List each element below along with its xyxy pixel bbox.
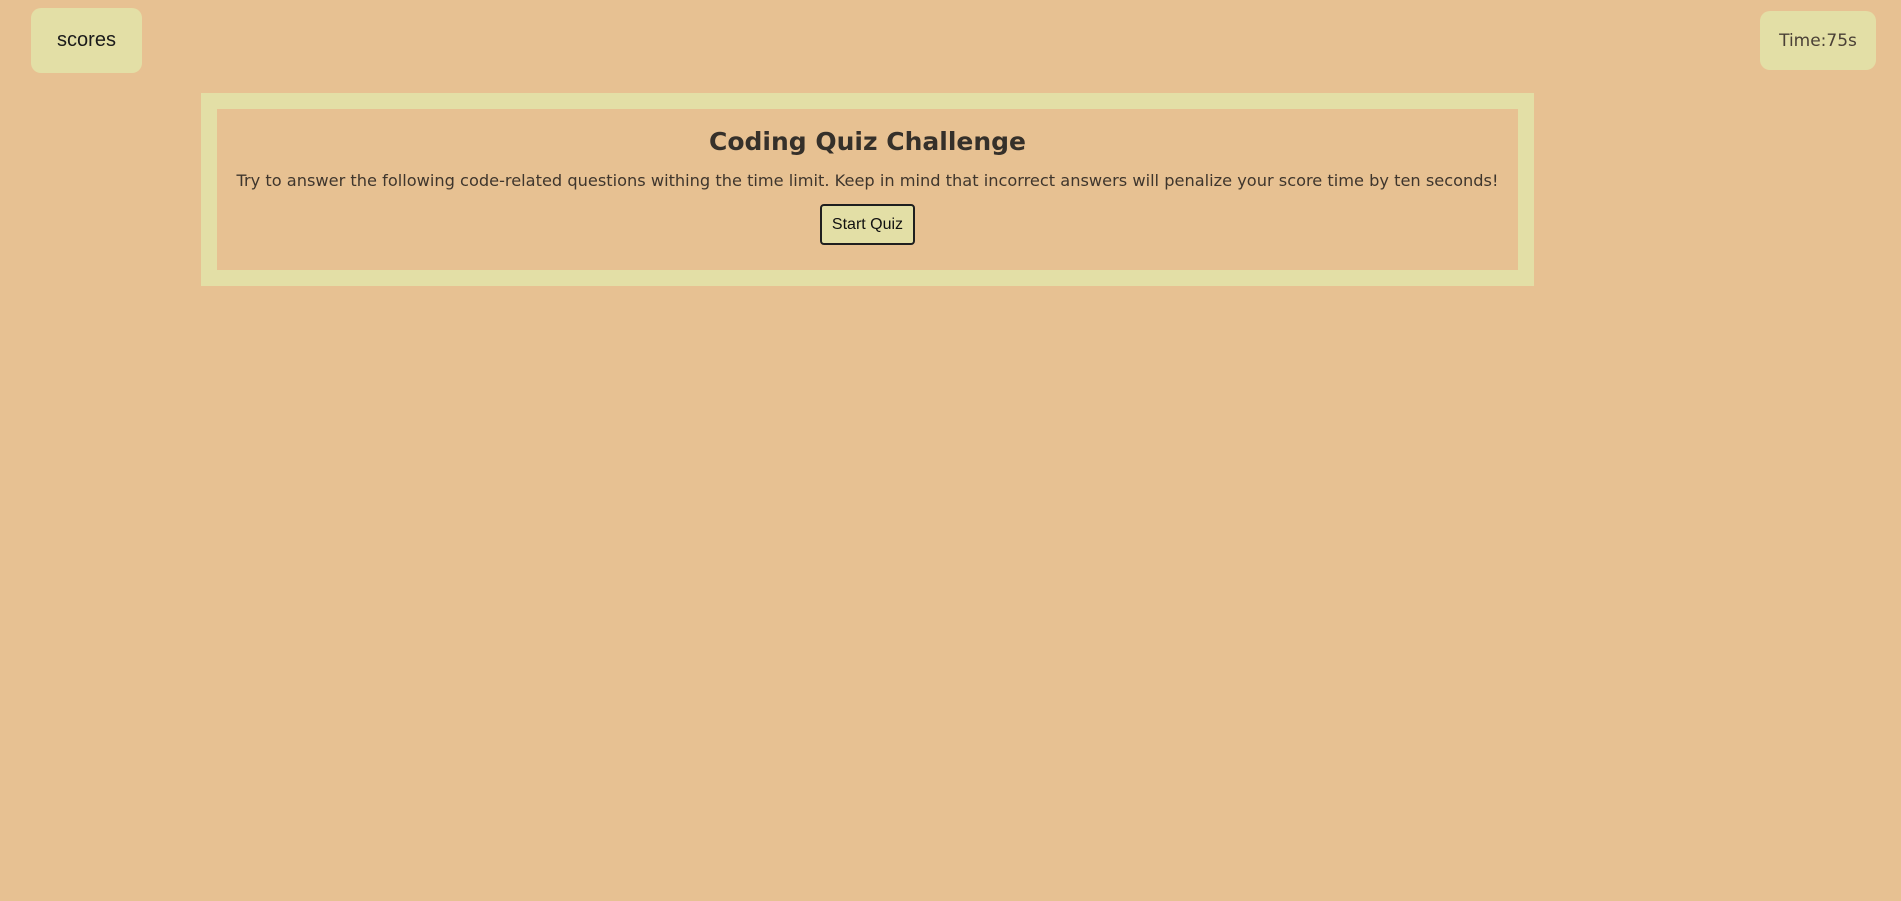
quiz-panel-inner: Coding Quiz Challenge Try to answer the … (217, 109, 1518, 270)
start-quiz-button[interactable]: Start Quiz (819, 204, 916, 245)
timer-display: Time:75s (1760, 11, 1876, 70)
quiz-description: Try to answer the following code-related… (236, 171, 1499, 190)
scores-button[interactable]: scores (31, 8, 142, 73)
quiz-title: Coding Quiz Challenge (708, 127, 1027, 156)
quiz-panel: Coding Quiz Challenge Try to answer the … (201, 93, 1534, 286)
